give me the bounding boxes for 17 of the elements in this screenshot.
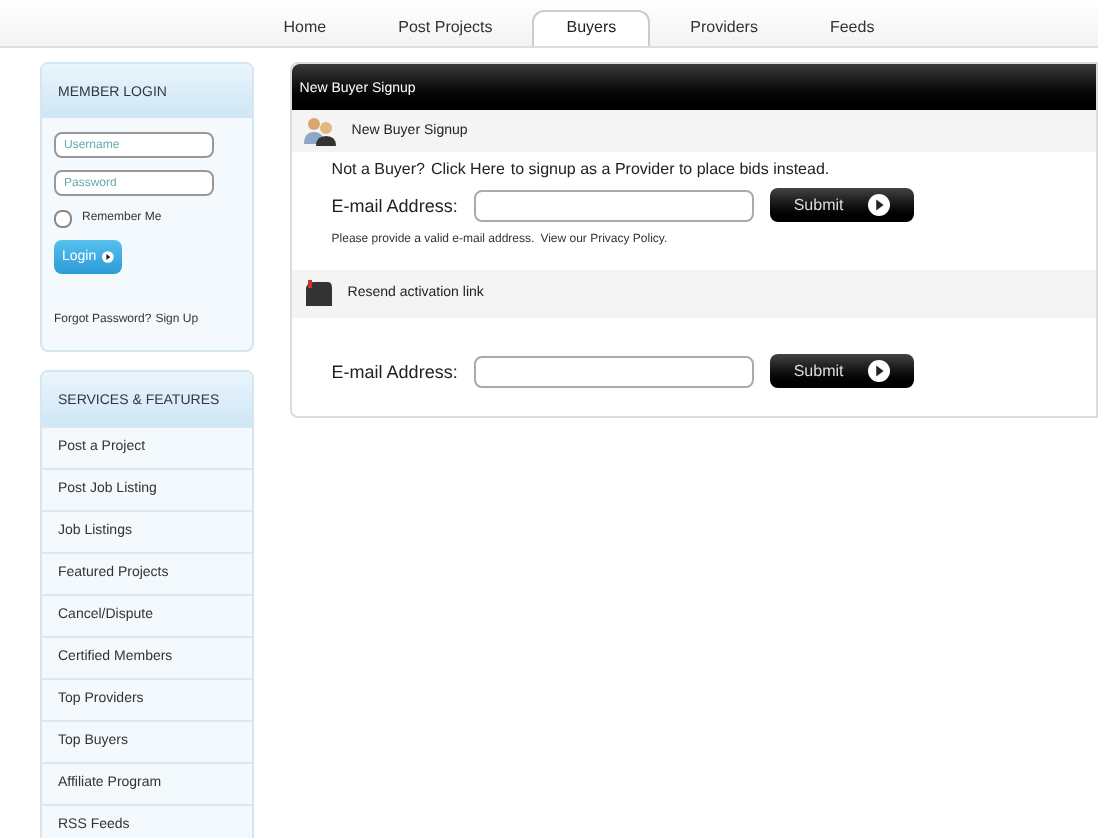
nav-tab[interactable]: Buyers: [532, 10, 651, 46]
email-label: E-mail Address:: [331, 361, 458, 381]
nav-tab[interactable]: Providers: [658, 12, 790, 46]
notice-text: to signup as a Provider to place bids instead.: [510, 160, 830, 180]
email-field[interactable]: [473, 355, 754, 387]
nav-tab[interactable]: Home: [251, 12, 359, 46]
nav-tab[interactable]: Post Projects: [366, 12, 525, 46]
people-icon: [303, 116, 336, 146]
mailbox-icon: [303, 280, 332, 308]
notice-text: Not a Buyer?: [331, 160, 425, 180]
submit-button[interactable]: Submit: [769, 354, 914, 388]
email-label: E-mail Address:: [331, 195, 458, 215]
remember-checkbox[interactable]: [54, 209, 72, 227]
signup-link[interactable]: Click Here: [431, 160, 505, 180]
submit-button[interactable]: Submit: [769, 188, 914, 222]
nav-tab[interactable]: Feeds: [797, 12, 907, 46]
email-field[interactable]: [473, 189, 754, 221]
